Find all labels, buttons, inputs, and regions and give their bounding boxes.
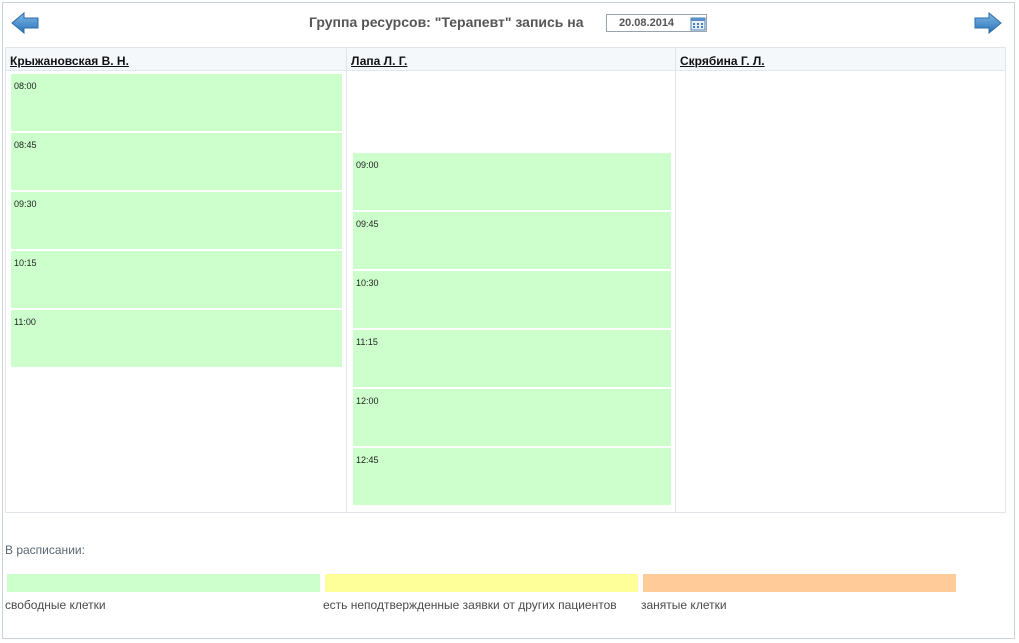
time-slot[interactable]: 09:45: [353, 212, 671, 269]
time-slot[interactable]: 11:15: [353, 330, 671, 387]
arrow-left-icon[interactable]: [11, 11, 39, 39]
time-slot[interactable]: 09:30: [11, 192, 342, 249]
resource-column: Скрябина Г. Л.: [676, 48, 1005, 512]
arrow-right-icon[interactable]: [974, 11, 1002, 39]
resource-name-link[interactable]: Скрябина Г. Л.: [680, 54, 765, 68]
page-title: Группа ресурсов: "Терапевт" запись на: [309, 14, 584, 30]
time-slot[interactable]: 12:00: [353, 389, 671, 446]
legend-label-busy: занятые клетки: [641, 598, 727, 612]
resource-name-link[interactable]: Крыжановская В. Н.: [10, 54, 129, 68]
time-slot[interactable]: 08:00: [11, 74, 342, 131]
slot-time: 08:45: [14, 140, 37, 150]
column-header: Лапа Л. Г.: [347, 48, 675, 71]
legend-swatch-pending: [325, 574, 638, 592]
slot-time: 11:15: [356, 337, 378, 347]
slot-time: 10:15: [14, 258, 37, 268]
time-slot[interactable]: 12:45: [353, 448, 671, 505]
legend-title: В расписании:: [5, 543, 85, 557]
time-slot[interactable]: 09:00: [353, 153, 671, 210]
resource-column: Крыжановская В. Н. 08:00 08:45 09:30 10:…: [6, 48, 347, 512]
slot-time: 09:30: [14, 199, 37, 209]
resource-column: Лапа Л. Г. 09:00 09:45 10:30 11:15 12:00…: [347, 48, 676, 512]
slot-time: 11:00: [14, 317, 36, 327]
time-slot[interactable]: 10:30: [353, 271, 671, 328]
column-header: Крыжановская В. Н.: [6, 48, 346, 71]
date-field[interactable]: 20.08.2014: [606, 14, 707, 32]
slot-time: 08:00: [14, 81, 37, 91]
calendar-icon[interactable]: [690, 16, 706, 36]
slot-time: 09:45: [356, 219, 379, 229]
time-slot[interactable]: 08:45: [11, 133, 342, 190]
slot-time: 09:00: [356, 160, 379, 170]
slot-time: 12:00: [356, 396, 379, 406]
schedule-grid: Крыжановская В. Н. 08:00 08:45 09:30 10:…: [5, 47, 1006, 513]
resource-name-link[interactable]: Лапа Л. Г.: [351, 54, 407, 68]
legend-swatch-busy: [643, 574, 956, 592]
slot-time: 10:30: [356, 278, 379, 288]
slot-time: 12:45: [356, 455, 379, 465]
column-header: Скрябина Г. Л.: [676, 48, 1005, 71]
legend-label-pending: есть неподтвержденные заявки от других п…: [323, 598, 617, 612]
date-value: 20.08.2014: [619, 17, 675, 29]
time-slot[interactable]: 11:00: [11, 310, 342, 367]
legend-label-free: свободные клетки: [5, 598, 106, 612]
time-slot[interactable]: 10:15: [11, 251, 342, 308]
legend-swatch-free: [7, 574, 320, 592]
